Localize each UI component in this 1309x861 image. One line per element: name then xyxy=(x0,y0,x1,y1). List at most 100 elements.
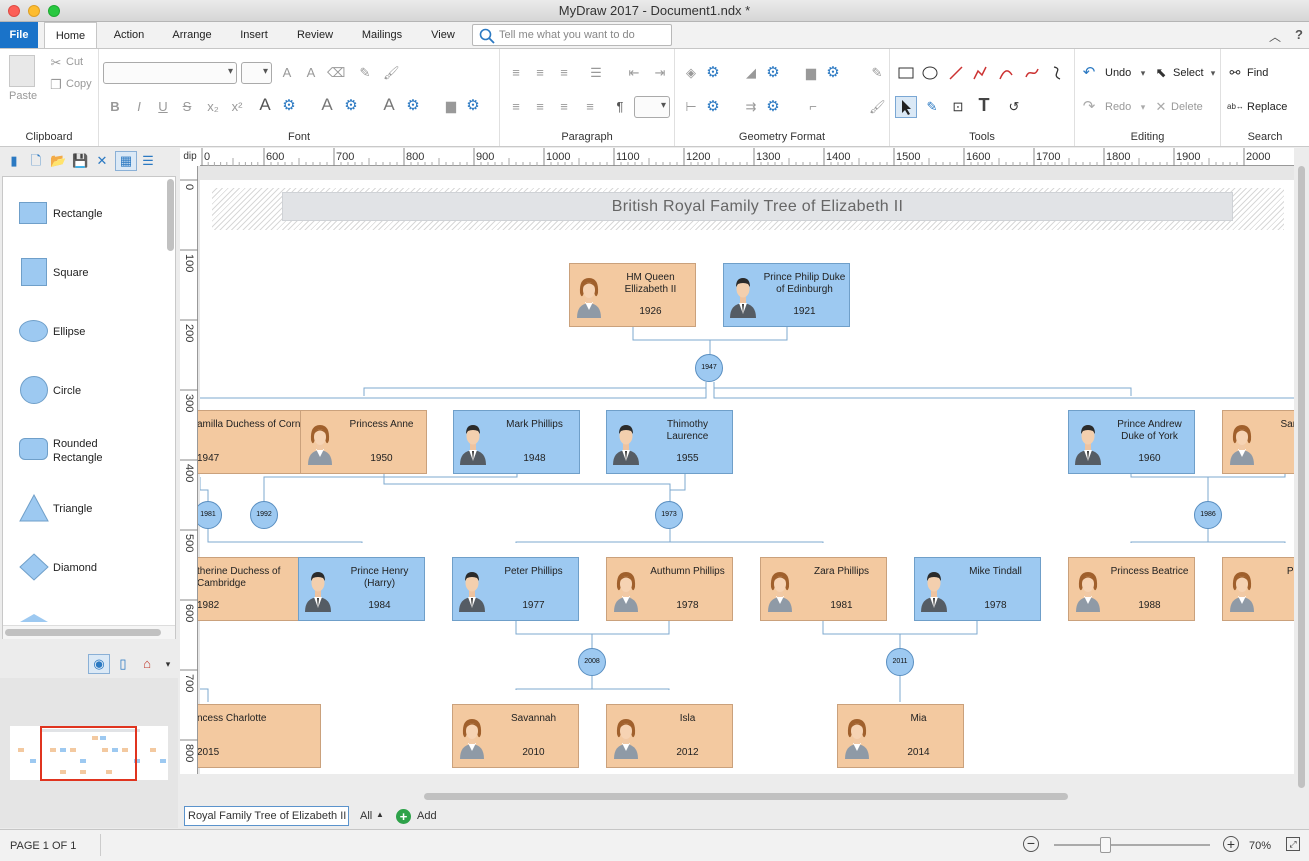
justify-icon[interactable]: ≡ xyxy=(582,99,598,115)
tab-home[interactable]: Home xyxy=(44,22,97,49)
align-top-icon[interactable]: ≡ xyxy=(508,65,524,81)
marriage-node[interactable]: 2011 xyxy=(886,648,914,676)
vertical-scrollbar-thumb[interactable] xyxy=(1298,166,1305,788)
shapes-scrollbar-thumb[interactable] xyxy=(167,179,174,251)
zoom-slider-thumb[interactable] xyxy=(1100,837,1112,853)
undo-button[interactable]: Undo xyxy=(1105,67,1131,79)
marriage-node[interactable]: 1986 xyxy=(1194,501,1222,529)
tab-arrange[interactable]: Arrange xyxy=(164,22,220,48)
shape-triangle[interactable]: Triangle xyxy=(17,494,157,534)
strikethrough-icon[interactable]: S xyxy=(179,99,195,115)
text-style-icon[interactable]: A xyxy=(257,96,273,113)
tab-file[interactable]: File xyxy=(0,22,38,48)
end-arrow-gear-icon[interactable]: ⚙ xyxy=(765,99,781,115)
line-icon[interactable]: ◢ xyxy=(743,65,759,81)
polyline-tool-icon[interactable] xyxy=(972,65,988,81)
tab-mailings[interactable]: Mailings xyxy=(352,22,412,48)
align-bottom-icon[interactable]: ≡ xyxy=(556,65,572,81)
tab-view[interactable]: View xyxy=(422,22,464,48)
minimap-viewport[interactable] xyxy=(40,726,137,781)
person-card[interactable]: Mark Phillips 1948 xyxy=(453,410,580,474)
select-button[interactable]: Select xyxy=(1173,67,1204,79)
person-card[interactable]: Mia 2014 xyxy=(837,704,964,768)
shape-circle[interactable]: Circle xyxy=(17,376,157,416)
person-card[interactable]: Savannah 2010 xyxy=(452,704,579,768)
line-spacing-select[interactable] xyxy=(634,96,670,118)
rectangle-tool-icon[interactable] xyxy=(898,65,914,81)
fill-icon[interactable]: ◈ xyxy=(683,65,699,81)
library-icon[interactable]: ▮ xyxy=(6,153,22,169)
fill-gear-icon[interactable]: ⚙ xyxy=(705,65,721,81)
freeform-tool-icon[interactable] xyxy=(1050,65,1066,81)
help-icon[interactable]: ? xyxy=(1295,27,1303,42)
text-background-icon[interactable]: ▆ xyxy=(443,98,459,114)
marriage-node[interactable]: 1947 xyxy=(695,354,723,382)
shape-ellipse[interactable]: Ellipse xyxy=(17,317,157,357)
shape-square[interactable]: Square xyxy=(17,258,157,298)
lasso-tool-icon[interactable]: ↺ xyxy=(1006,99,1022,115)
text-background-gear-icon[interactable]: ⚙ xyxy=(465,98,481,114)
open-library-icon[interactable]: 📂 xyxy=(50,153,66,169)
marriage-node[interactable]: 2008 xyxy=(578,648,606,676)
shadow-gear-icon[interactable]: ⚙ xyxy=(825,65,841,81)
person-card[interactable]: Sarah D Y 1 xyxy=(1222,410,1294,474)
grow-font-icon[interactable]: A xyxy=(279,65,295,81)
person-card[interactable]: Princess Anne 1950 xyxy=(300,410,427,474)
text-style-gear-icon[interactable]: ⚙ xyxy=(281,98,297,114)
text-tool-icon[interactable]: T xyxy=(976,96,992,114)
drawing-page[interactable]: British Royal Family Tree of Elizabeth I… xyxy=(198,180,1294,774)
undo-dropdown-icon[interactable]: ▾ xyxy=(1135,65,1151,81)
end-arrow-icon[interactable]: ⇉ xyxy=(743,99,759,115)
person-card[interactable]: Isla 2012 xyxy=(606,704,733,768)
pan-zoom-minimap[interactable] xyxy=(0,678,178,828)
cut-button[interactable]: Cut xyxy=(66,56,83,68)
pointer-tool-button[interactable] xyxy=(895,96,917,118)
corner-icon[interactable]: ⌐ xyxy=(805,99,821,115)
ellipse-tool-icon[interactable] xyxy=(922,65,938,81)
person-card[interactable]: Zara Phillips 1981 xyxy=(760,557,887,621)
font-family-select[interactable] xyxy=(103,62,237,84)
begin-arrow-gear-icon[interactable]: ⚙ xyxy=(705,99,721,115)
redo-button[interactable]: Redo xyxy=(1105,101,1131,113)
library-panel-icon[interactable]: ▯ xyxy=(115,656,131,672)
text-outline-gear-icon[interactable]: ⚙ xyxy=(405,98,421,114)
italic-icon[interactable]: I xyxy=(131,99,147,115)
increase-indent-icon[interactable]: ⇥ xyxy=(652,65,668,81)
tab-action[interactable]: Action xyxy=(104,22,154,48)
line-gear-icon[interactable]: ⚙ xyxy=(765,65,781,81)
text-shadow-gear-icon[interactable]: ⚙ xyxy=(343,98,359,114)
marriage-node[interactable]: 1992 xyxy=(250,501,278,529)
person-card[interactable]: ncess Charlotte 2015 xyxy=(198,704,321,768)
shadow-icon[interactable]: ▆ xyxy=(803,65,819,81)
list-view-icon[interactable]: ☰ xyxy=(140,153,156,169)
save-library-icon[interactable]: 💾 xyxy=(72,153,88,169)
marriage-node[interactable]: 1973 xyxy=(655,501,683,529)
curve-tool-icon[interactable] xyxy=(1024,65,1040,81)
new-library-icon[interactable]: 🗋 xyxy=(28,153,44,169)
geometry-eyedropper-icon[interactable]: ✎ xyxy=(869,65,885,81)
connector-tool-icon[interactable]: ⊡ xyxy=(950,99,966,115)
find-button[interactable]: Find xyxy=(1247,67,1268,79)
person-card[interactable]: Prince Henry (Harry) 1984 xyxy=(298,557,425,621)
person-card[interactable]: Princes 1 xyxy=(1222,557,1294,621)
select-dropdown-icon[interactable]: ▾ xyxy=(1205,65,1221,81)
replace-button[interactable]: Replace xyxy=(1247,101,1287,113)
superscript-icon[interactable]: x² xyxy=(229,99,245,115)
zoom-in-icon[interactable]: + xyxy=(1223,836,1239,852)
panel-more-icon[interactable]: ▾ xyxy=(160,656,176,672)
shrink-font-icon[interactable]: A xyxy=(303,65,319,81)
shapes-panel-button[interactable]: ◉ xyxy=(88,654,110,674)
pencil-tool-icon[interactable]: ✎ xyxy=(924,99,940,115)
tab-insert[interactable]: Insert xyxy=(230,22,278,48)
person-card[interactable]: Peter Phillips 1977 xyxy=(452,557,579,621)
collapse-ribbon-icon[interactable]: ︿ xyxy=(1269,28,1281,45)
bold-icon[interactable]: B xyxy=(107,99,123,115)
close-library-icon[interactable]: ✕ xyxy=(94,153,110,169)
shapes-hscrollbar-thumb[interactable] xyxy=(5,629,161,636)
paragraph-mark-icon[interactable]: ¶ xyxy=(612,99,628,115)
person-card[interactable]: Authumn Phillips 1978 xyxy=(606,557,733,621)
add-page-icon[interactable]: + xyxy=(396,809,411,824)
delete-button[interactable]: Delete xyxy=(1171,101,1203,113)
add-page-button[interactable]: Add xyxy=(417,810,437,822)
page-tab[interactable]: Royal Family Tree of Elizabeth II xyxy=(184,806,349,826)
